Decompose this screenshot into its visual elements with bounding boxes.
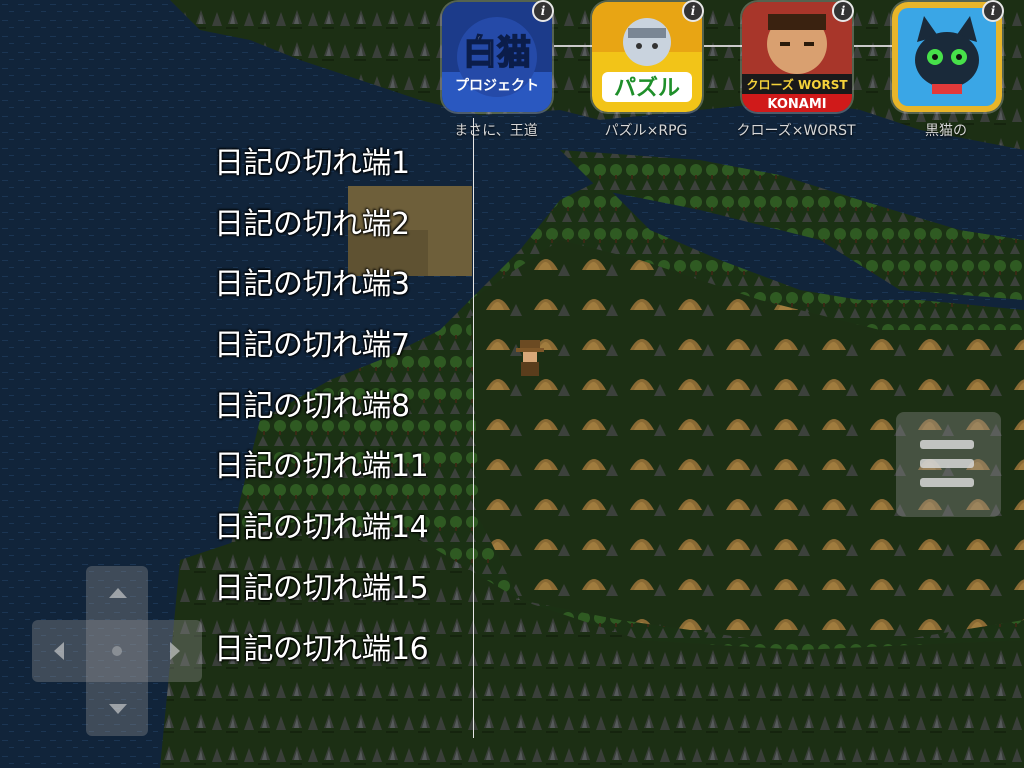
ad-icon-text: 白猫 <box>463 33 531 73</box>
diary-fragment-item[interactable]: 日記の切れ端14 <box>214 498 429 559</box>
ad-info-icon[interactable]: i <box>682 0 704 22</box>
virtual-dpad[interactable] <box>32 566 202 736</box>
dpad-center <box>112 646 122 656</box>
ad-icon-text: クローズ WORST <box>746 77 848 92</box>
dpad-down-arrow-icon[interactable] <box>109 704 127 714</box>
diary-fragment-item[interactable]: 日記の切れ端16 <box>214 620 429 681</box>
diary-fragment-item[interactable]: 日記の切れ端11 <box>214 437 429 498</box>
dpad-up-arrow-icon[interactable] <box>109 588 127 598</box>
ad-info-icon[interactable]: i <box>532 0 554 22</box>
ad-caption: まさに、王道 <box>454 123 538 139</box>
ad-info-icon[interactable]: i <box>982 0 1004 22</box>
diary-fragment-item[interactable]: 日記の切れ端1 <box>214 134 428 195</box>
diary-fragment-item[interactable]: 日記の切れ端8 <box>214 377 428 438</box>
ad-icon-text: パズル <box>614 75 680 101</box>
ad-app-4[interactable]: i 黒猫の <box>886 0 1004 150</box>
ad-app-2[interactable]: パズル i パズル×RPG <box>586 0 704 150</box>
list-divider <box>473 118 474 738</box>
diary-fragment-item[interactable]: 日記の切れ端3 <box>214 255 428 316</box>
diary-fragment-list: 日記の切れ端1 日記の切れ端2 日記の切れ端3 日記の切れ端7 日記の切れ端8 … <box>214 134 429 681</box>
diary-fragment-item[interactable]: 日記の切れ端15 <box>214 559 429 620</box>
ad-caption: パズル×RPG <box>604 123 688 139</box>
dpad-left-arrow-icon[interactable] <box>54 642 64 660</box>
ad-info-icon[interactable]: i <box>832 0 854 22</box>
ad-caption: 黒猫の <box>925 123 967 139</box>
ad-icon-subtext: KONAMI <box>767 97 826 112</box>
dpad-right-arrow-icon[interactable] <box>170 642 180 660</box>
ad-app-1[interactable]: 白猫 プロジェクト i まさに、王道 <box>436 0 554 150</box>
ad-caption: クローズ×WORST <box>736 123 856 139</box>
diary-fragment-item[interactable]: 日記の切れ端2 <box>214 195 428 256</box>
ad-icon-subtext: プロジェクト <box>455 78 539 94</box>
diary-fragment-item[interactable]: 日記の切れ端7 <box>214 316 428 377</box>
app-ad-strip: 白猫 プロジェクト i まさに、王道 パズル i パズル×RPG クローズ WO… <box>436 0 1024 150</box>
menu-button[interactable] <box>896 412 1001 517</box>
ad-app-3[interactable]: クローズ WORST KONAMI i クローズ×WORST <box>736 0 856 150</box>
